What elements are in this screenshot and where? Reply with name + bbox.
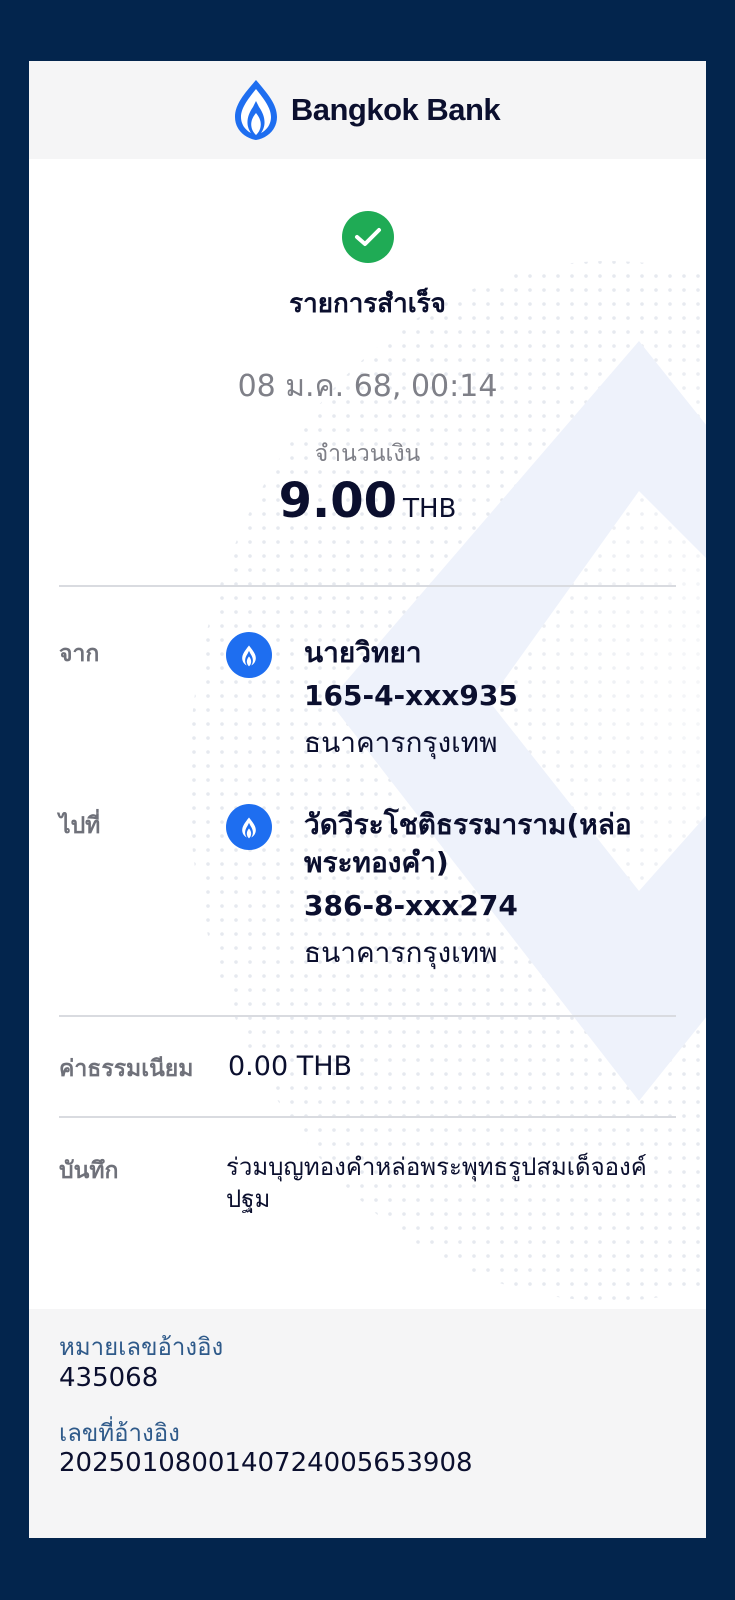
divider: [59, 1116, 676, 1118]
divider: [59, 585, 676, 587]
amount-label: จำนวนเงิน: [314, 441, 421, 467]
reference-number-label: หมายเลขอ้างอิง: [59, 1333, 224, 1361]
from-account-name: นายวิทยา: [304, 636, 422, 669]
memo-label: บันทึก: [59, 1158, 119, 1184]
slip-header: Bangkok Bank: [29, 61, 706, 159]
fee-label: ค่าธรรมเนียม: [59, 1056, 194, 1082]
reference-section: หมายเลขอ้างอิง 435068 เลขที่อ้างอิง 2025…: [29, 1309, 706, 1538]
to-label: ไปที่: [59, 813, 101, 839]
success-check-icon: [342, 211, 394, 263]
from-account-number: 165-4-xxx935: [304, 679, 518, 712]
to-account-number: 386-8-xxx274: [304, 889, 518, 922]
reference-id-label: เลขที่อ้างอิง: [59, 1419, 180, 1447]
reference-number: 435068: [59, 1363, 159, 1393]
amount-currency: THB: [403, 494, 457, 524]
divider: [59, 1015, 676, 1017]
fee-value: 0.00 THB: [228, 1051, 353, 1082]
status-title: รายการสำเร็จ: [289, 289, 446, 319]
bangkok-bank-icon: [226, 804, 272, 850]
from-label: จาก: [59, 641, 100, 667]
transfer-slip: Bangkok Bank รายการสำเร็จ 08 ม.ค. 68, 00…: [29, 61, 706, 1538]
amount-value: 9.00: [278, 473, 398, 529]
to-account-name: วัดวีระโชติธรรมาราม(หล่อพระทองคำ): [304, 808, 632, 879]
to-bank-name: ธนาคารกรุงเทพ: [304, 936, 498, 969]
from-bank-name: ธนาคารกรุงเทพ: [304, 726, 498, 759]
bangkok-bank-logo-icon: [234, 80, 277, 140]
amount: 9.00 THB: [29, 473, 706, 529]
brand-name: Bangkok Bank: [290, 92, 501, 127]
memo-text: ร่วมบุญทองคำหล่อพระพุทธรูปสมเด็จองค์ปฐม: [226, 1153, 647, 1213]
bangkok-bank-icon: [226, 632, 272, 678]
transaction-datetime: 08 ม.ค. 68, 00:14: [237, 369, 498, 404]
bank-logo: Bangkok Bank: [231, 77, 501, 143]
reference-id: 202501080014072400565390​8: [59, 1448, 473, 1478]
